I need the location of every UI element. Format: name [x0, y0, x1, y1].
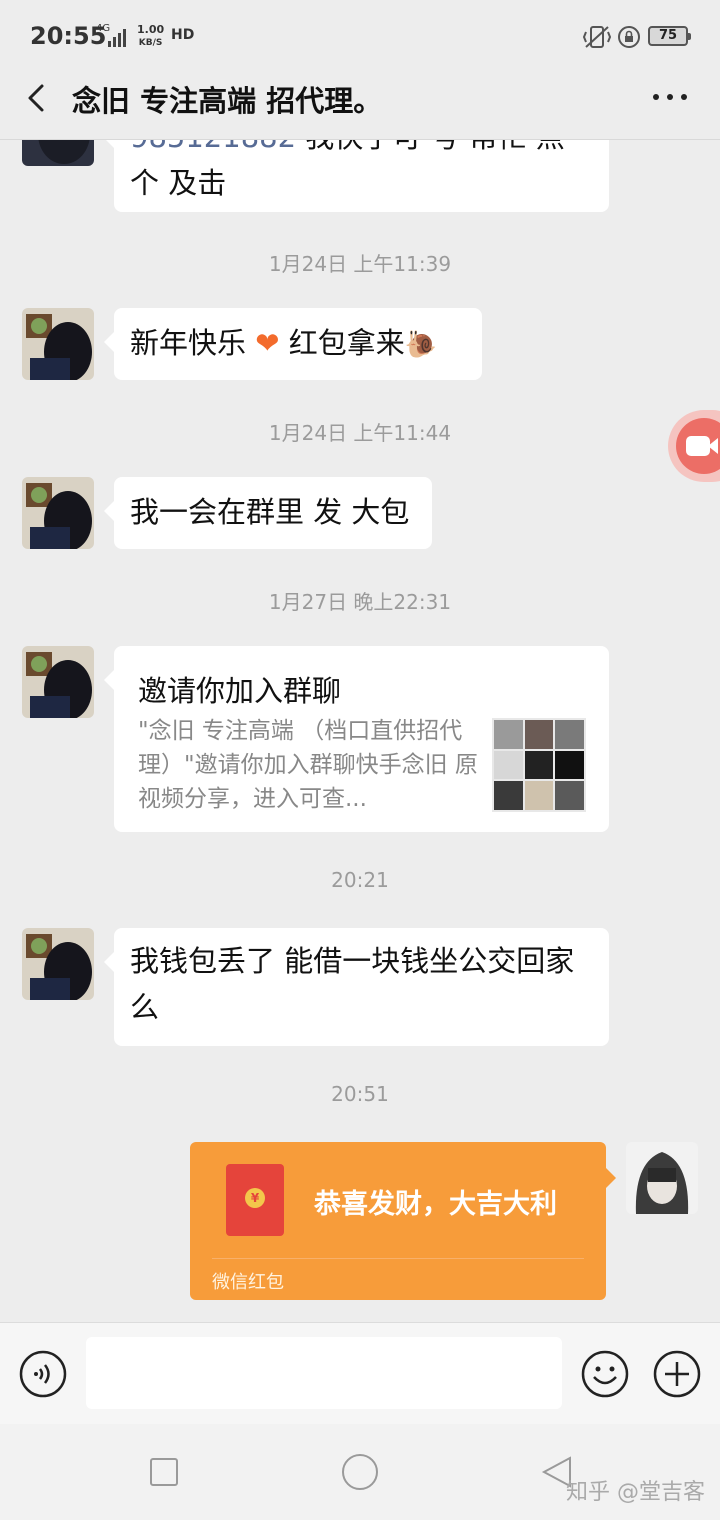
- message-bubble[interactable]: 我钱包丢了 能借一块钱坐公交回家么: [104, 928, 609, 1046]
- status-bar: 20:55 4G 1.00 KB/S HD 75: [0, 0, 720, 72]
- speed-value: 1.00: [137, 23, 165, 36]
- group-invite-card[interactable]: 邀请你加入群聊 "念旧 专注高端 （档口直供招代理）"邀请你加入群聊快手念旧 原…: [104, 646, 609, 832]
- message-bubble[interactable]: 985121882 我快了可 号 帮忙 点个 及击: [104, 140, 609, 212]
- avatar[interactable]: [22, 646, 94, 718]
- message-number[interactable]: 985121882: [130, 140, 296, 154]
- message-text: 新年快乐: [130, 326, 256, 360]
- message-text-2: 红包拿来: [279, 326, 405, 360]
- red-packet-title: 恭喜发财，大吉大利: [314, 1189, 557, 1220]
- plus-icon[interactable]: [652, 1349, 702, 1399]
- home-icon[interactable]: [342, 1454, 378, 1490]
- input-bar: [0, 1322, 720, 1424]
- message-text: 我钱包丢了 能借一块钱坐公交回家么: [130, 944, 575, 1024]
- chat-area[interactable]: 985121882 我快了可 号 帮忙 点个 及击 1月24日 上午11:39 …: [0, 140, 720, 1322]
- message-bubble[interactable]: 我一会在群里 发 大包: [104, 477, 432, 549]
- message-input[interactable]: [86, 1337, 562, 1409]
- avatar[interactable]: [22, 140, 94, 166]
- voice-icon[interactable]: [18, 1349, 68, 1399]
- invite-description: "念旧 专注高端 （档口直供招代理）"邀请你加入群聊快手念旧 原视频分享，进入可…: [138, 718, 478, 812]
- red-envelope-icon: ¥: [226, 1164, 284, 1236]
- watermark: 知乎 @堂吉客: [566, 1480, 705, 1505]
- timestamp: 20:51: [331, 1082, 389, 1106]
- snail-emoji: 🐌: [404, 330, 438, 360]
- back-arrow-icon[interactable]: [18, 78, 58, 118]
- my-avatar[interactable]: [626, 1142, 698, 1214]
- heart-emoji: ❤: [255, 326, 280, 360]
- speed-unit: KB/S: [138, 38, 163, 48]
- avatar[interactable]: [22, 308, 94, 380]
- recent-apps-icon[interactable]: [150, 1458, 178, 1486]
- emoji-icon[interactable]: [580, 1349, 630, 1399]
- invite-title: 邀请你加入群聊: [138, 674, 342, 708]
- avatar[interactable]: [22, 928, 94, 1000]
- battery-indicator: 75: [648, 26, 691, 46]
- status-time: 20:55: [30, 22, 107, 50]
- network-speed: 1.00 KB/S: [137, 24, 164, 49]
- yuan-symbol: ¥: [245, 1188, 265, 1208]
- chat-title: 念旧 专注高端 招代理。: [72, 84, 383, 118]
- system-nav-bar: 知乎 @堂吉客: [0, 1424, 720, 1520]
- timestamp: 1月27日 晚上22:31: [268, 590, 452, 614]
- avatar[interactable]: [22, 477, 94, 549]
- timestamp: 1月24日 上午11:44: [268, 421, 452, 445]
- red-packet-label: 微信红包: [212, 1272, 284, 1293]
- video-camera-lens-icon: [708, 438, 718, 454]
- video-camera-icon: [686, 436, 710, 456]
- timestamp: 1月24日 上午11:39: [268, 252, 452, 276]
- red-packet-divider: [212, 1258, 584, 1259]
- timestamp: 20:21: [331, 868, 389, 892]
- more-options-icon[interactable]: [650, 82, 690, 112]
- red-packet-card[interactable]: ¥ 恭喜发财，大吉大利 微信红包: [190, 1142, 616, 1300]
- rotation-lock-icon: [618, 26, 640, 48]
- vibrate-icon: [582, 26, 612, 48]
- title-bar: 念旧 专注高端 招代理。: [0, 72, 720, 140]
- hd-indicator: HD: [171, 27, 195, 43]
- message-text: 我一会在群里 发 大包: [130, 495, 410, 529]
- signal-icon: [108, 27, 130, 47]
- group-avatar-grid: [492, 718, 586, 812]
- message-bubble[interactable]: 新年快乐 ❤ 红包拿来🐌: [104, 308, 482, 380]
